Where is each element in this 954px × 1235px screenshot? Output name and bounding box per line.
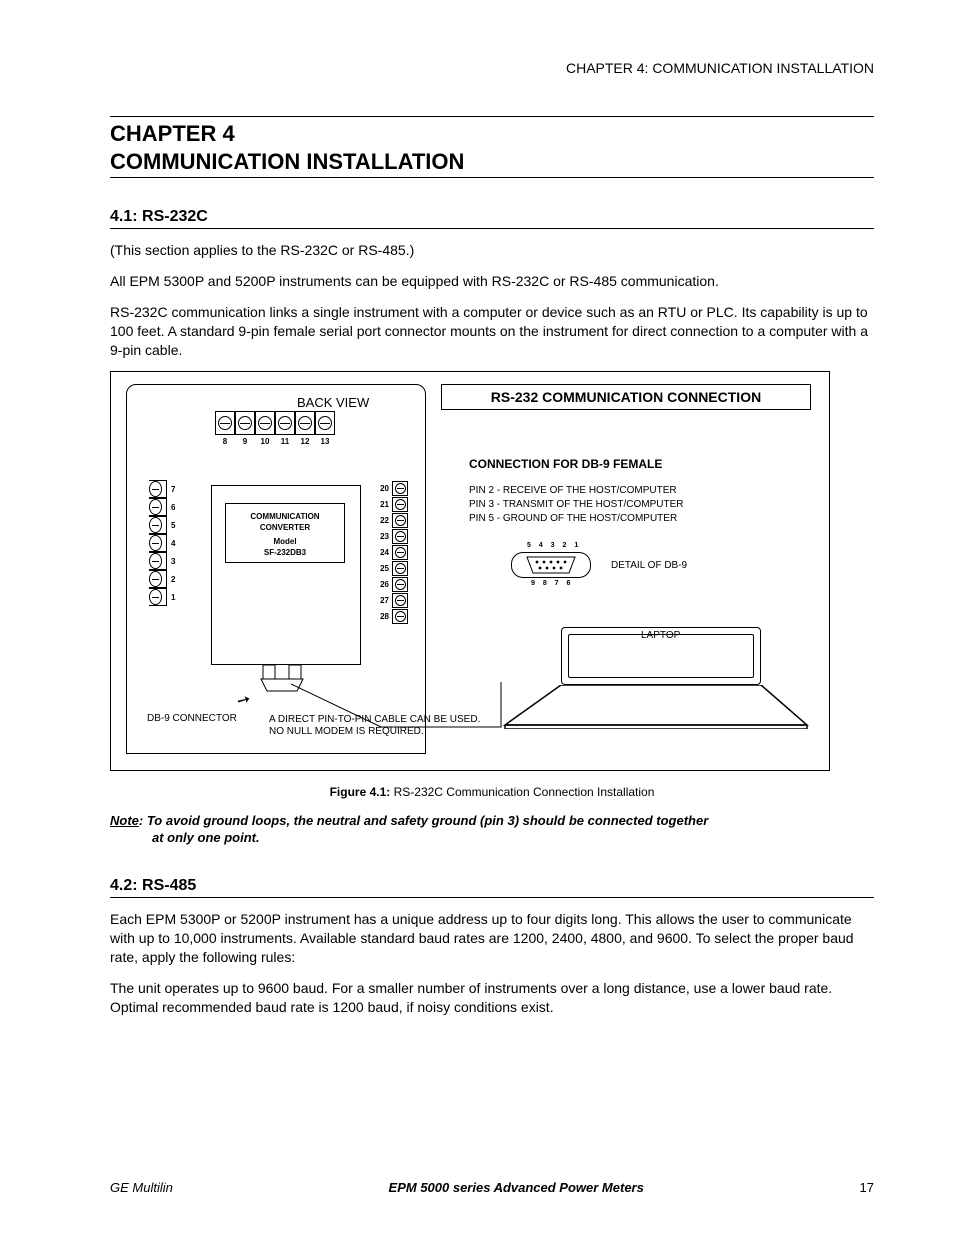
- cable-line-icon: [291, 672, 551, 732]
- top-terminal-labels: 8910111213: [215, 437, 335, 446]
- figure-4-1: BACK VIEW 8910111213 7 6 5 4 3 2 1 COMMU…: [110, 371, 830, 771]
- rule-4-1: [110, 228, 874, 229]
- section-4-2-head: 4.2: RS-485: [110, 877, 874, 895]
- pin-assignments: PIN 2 - RECEIVE OF THE HOST/COMPUTER PIN…: [469, 484, 683, 526]
- s42-p1: Each EPM 5300P or 5200P instrument has a…: [110, 910, 874, 967]
- footer-left: GE Multilin: [110, 1180, 173, 1195]
- left-terminal-column: 7 6 5 4 3 2 1: [149, 480, 181, 606]
- s42-p2: The unit operates up to 9600 baud. For a…: [110, 979, 874, 1017]
- connection-subhead: CONNECTION FOR DB-9 FEMALE: [469, 457, 662, 471]
- s41-p1: (This section applies to the RS-232C or …: [110, 241, 874, 260]
- rule-top: [110, 116, 874, 117]
- page-number: 17: [860, 1180, 874, 1195]
- converter-box: COMMUNICATION CONVERTER Model SF-232DB3: [225, 503, 345, 563]
- footer-center: EPM 5000 series Advanced Power Meters: [389, 1180, 644, 1195]
- arrow-icon: ➚: [233, 688, 255, 712]
- section-4-1-head: 4.1: RS-232C: [110, 208, 874, 226]
- note-block: Note: To avoid ground loops, the neutral…: [110, 813, 874, 847]
- note-label: Note: [110, 813, 139, 828]
- top-terminal-row: [215, 411, 335, 435]
- s41-p2: All EPM 5300P and 5200P instruments can …: [110, 272, 874, 291]
- figure-panel-title: RS-232 COMMUNICATION CONNECTION: [441, 384, 811, 410]
- chapter-number: CHAPTER 4: [110, 121, 874, 147]
- right-terminal-column: 20 21 22 23 24 25 26 27 28: [375, 480, 408, 624]
- db9-top-pins: 5 4 3 2 1: [527, 542, 581, 549]
- chapter-title: COMMUNICATION INSTALLATION: [110, 149, 874, 175]
- page-footer: GE Multilin EPM 5000 series Advanced Pow…: [110, 1180, 874, 1195]
- db9-detail-label: DETAIL OF DB-9: [611, 560, 687, 571]
- db9-detail-icon: [511, 552, 591, 578]
- db9-connector-label: DB-9 CONNECTOR: [147, 713, 237, 724]
- page-header: CHAPTER 4: COMMUNICATION INSTALLATION: [110, 60, 874, 76]
- rule-under-title: [110, 177, 874, 178]
- figure-caption: Figure 4.1: RS-232C Communication Connec…: [110, 785, 874, 799]
- db9-bottom-pins: 9 8 7 6: [531, 580, 573, 587]
- rule-4-2: [110, 897, 874, 898]
- s41-p3: RS-232C communication links a single ins…: [110, 303, 874, 360]
- back-view-label: BACK VIEW: [297, 395, 369, 410]
